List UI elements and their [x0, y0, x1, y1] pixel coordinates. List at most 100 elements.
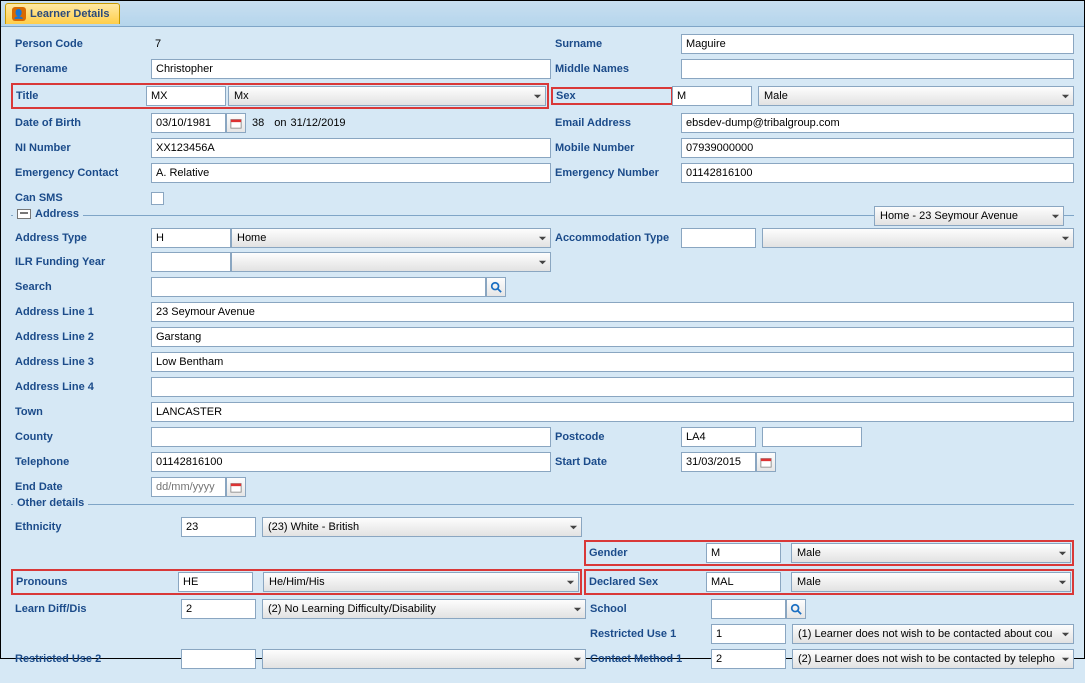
ethnicity-select-value: (23) White - British: [268, 521, 359, 533]
email-input[interactable]: [681, 113, 1074, 133]
sex-select-value: Male: [764, 90, 788, 102]
restricted2-select[interactable]: [262, 649, 586, 669]
label-mobile: Mobile Number: [551, 142, 681, 154]
gender-highlight: Gender Male: [584, 540, 1074, 566]
line2-input[interactable]: [151, 327, 1074, 347]
restricted1-select[interactable]: (1) Learner does not wish to be contacte…: [792, 624, 1074, 644]
label-title: Title: [14, 90, 144, 102]
declared-sex-select[interactable]: Male: [791, 572, 1071, 592]
accommodation-code-input[interactable]: [681, 228, 756, 248]
pronouns-code-input[interactable]: [178, 572, 253, 592]
label-contact1: Contact Method 1: [586, 653, 711, 665]
town-input[interactable]: [151, 402, 1074, 422]
postcode2-input[interactable]: [762, 427, 862, 447]
start-date-input[interactable]: [681, 452, 756, 472]
ethnicity-code-input[interactable]: [181, 517, 256, 537]
restricted1-select-value: (1) Learner does not wish to be contacte…: [798, 628, 1052, 640]
learn-diff-select[interactable]: (2) No Learning Difficulty/Disability: [262, 599, 586, 619]
label-emergency-number: Emergency Number: [551, 167, 681, 179]
contact1-code-input[interactable]: [711, 649, 786, 669]
title-select[interactable]: Mx: [228, 86, 546, 106]
can-sms-checkbox[interactable]: [151, 192, 164, 205]
address-search-input[interactable]: [151, 277, 486, 297]
label-restricted2: Restricted Use 2: [11, 653, 181, 665]
dob-on-date: 31/12/2019: [287, 117, 346, 129]
mobile-input[interactable]: [681, 138, 1074, 158]
restricted2-code-input[interactable]: [181, 649, 256, 669]
title-bar: 👤 Learner Details: [1, 1, 1084, 27]
label-gender: Gender: [587, 547, 704, 559]
label-line1: Address Line 1: [11, 306, 151, 318]
pronouns-select[interactable]: He/Him/His: [263, 572, 579, 592]
label-declared-sex: Declared Sex: [587, 576, 704, 588]
dob-calendar-button[interactable]: [226, 113, 246, 133]
label-line4: Address Line 4: [11, 381, 151, 393]
learn-diff-code-input[interactable]: [181, 599, 256, 619]
start-date-calendar-button[interactable]: [756, 452, 776, 472]
address-selector[interactable]: Home - 23 Seymour Avenue: [874, 206, 1064, 226]
gender-select[interactable]: Male: [791, 543, 1071, 563]
line4-input[interactable]: [151, 377, 1074, 397]
label-line2: Address Line 2: [11, 331, 151, 343]
chevron-down-icon: [573, 605, 582, 614]
emergency-contact-input[interactable]: [151, 163, 551, 183]
label-ni: NI Number: [11, 142, 151, 154]
label-learn-diff: Learn Diff/Dis: [11, 603, 181, 615]
forename-input[interactable]: [151, 59, 551, 79]
school-search-button[interactable]: [786, 599, 806, 619]
ni-input[interactable]: [151, 138, 551, 158]
sex-select[interactable]: Male: [758, 86, 1074, 106]
chevron-down-icon: [566, 578, 575, 587]
surname-input[interactable]: [681, 34, 1074, 54]
chevron-down-icon: [1061, 630, 1070, 639]
title-code-input[interactable]: [146, 86, 226, 106]
address-type-code-input[interactable]: [151, 228, 231, 248]
ilr-code-input[interactable]: [151, 252, 231, 272]
sex-label-highlight: Sex: [551, 87, 673, 105]
middle-names-input[interactable]: [681, 59, 1074, 79]
contact1-select[interactable]: (2) Learner does not wish to be contacte…: [792, 649, 1074, 669]
sex-code-input[interactable]: [672, 86, 752, 106]
chevron-down-icon: [533, 92, 542, 101]
contact1-select-value: (2) Learner does not wish to be contacte…: [798, 653, 1055, 665]
declared-sex-highlight: Declared Sex Male: [584, 569, 1074, 595]
chevron-down-icon: [1061, 92, 1070, 101]
label-start-date: Start Date: [551, 456, 681, 468]
label-ethnicity: Ethnicity: [11, 521, 181, 533]
label-search: Search: [11, 281, 151, 293]
declared-sex-select-value: Male: [797, 576, 821, 588]
chevron-down-icon: [573, 655, 582, 664]
ilr-select[interactable]: [231, 252, 551, 272]
label-forename: Forename: [11, 63, 151, 75]
end-date-input[interactable]: [151, 477, 226, 497]
learner-details-tab[interactable]: 👤 Learner Details: [5, 3, 120, 24]
end-date-calendar-button[interactable]: [226, 477, 246, 497]
label-email: Email Address: [551, 117, 681, 129]
chevron-down-icon: [1051, 212, 1060, 221]
restricted1-code-input[interactable]: [711, 624, 786, 644]
label-emergency-contact: Emergency Contact: [11, 167, 151, 179]
declared-sex-code-input[interactable]: [706, 572, 781, 592]
label-pronouns: Pronouns: [14, 576, 176, 588]
school-code-input[interactable]: [711, 599, 786, 619]
line1-input[interactable]: [151, 302, 1074, 322]
label-postcode: Postcode: [551, 431, 681, 443]
address-type-select[interactable]: Home: [231, 228, 551, 248]
line3-input[interactable]: [151, 352, 1074, 372]
emergency-number-input[interactable]: [681, 163, 1074, 183]
title-select-value: Mx: [234, 90, 249, 102]
county-input[interactable]: [151, 427, 551, 447]
ethnicity-select[interactable]: (23) White - British: [262, 517, 582, 537]
postcode-input[interactable]: [681, 427, 756, 447]
dob-age: 38: [246, 117, 270, 129]
gender-code-input[interactable]: [706, 543, 781, 563]
accommodation-select[interactable]: [762, 228, 1074, 248]
chevron-down-icon: [1061, 234, 1070, 243]
address-group-legend: Address: [13, 208, 83, 220]
chevron-down-icon: [569, 523, 578, 532]
dob-input[interactable]: [151, 113, 226, 133]
telephone-input[interactable]: [151, 452, 551, 472]
chevron-down-icon: [1058, 549, 1067, 558]
gender-select-value: Male: [797, 547, 821, 559]
address-search-button[interactable]: [486, 277, 506, 297]
